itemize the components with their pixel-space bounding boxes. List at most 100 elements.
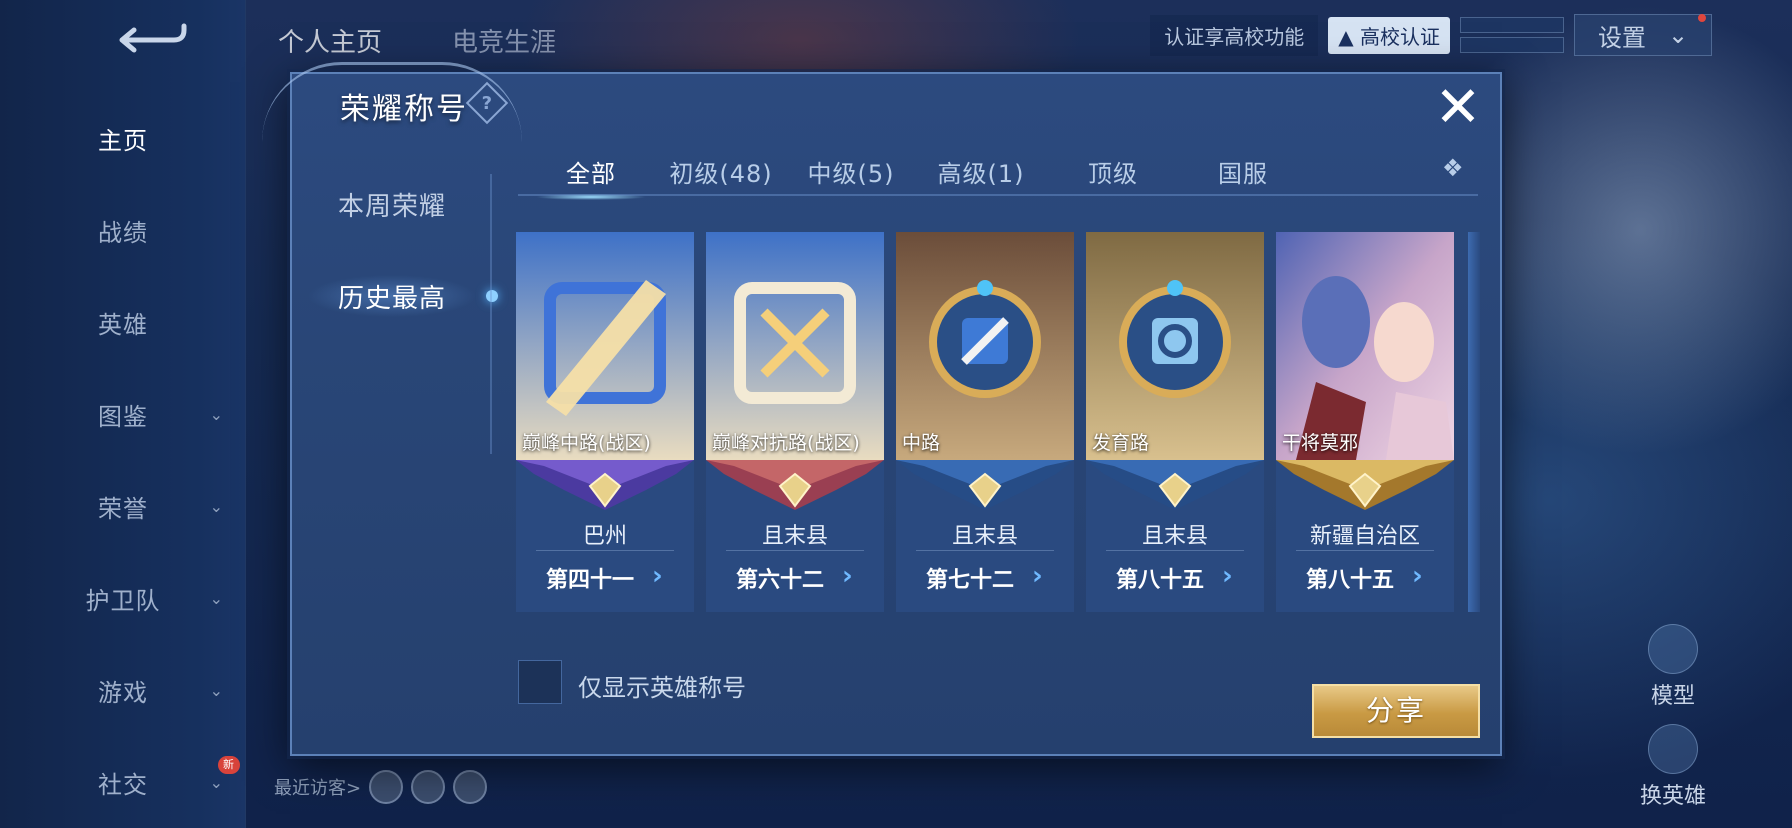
tab-profile[interactable]: 个人主页: [278, 22, 382, 59]
chevron-right-icon[interactable]: ›: [652, 562, 678, 590]
title-card[interactable]: 中路且末县第七十二 ›: [896, 232, 1074, 612]
divider: [1296, 550, 1434, 551]
side-tab-label: 本周荣耀: [337, 191, 446, 222]
title-card-art: [1086, 232, 1264, 460]
next-card-peek[interactable]: [1468, 232, 1480, 612]
campus-cert-button[interactable]: ▲ 高校认证: [1328, 16, 1450, 54]
divider: [916, 550, 1054, 551]
dialog-title: 荣耀称号: [340, 92, 468, 127]
title-cards: 巅峰中路(战区) 巴州 第四十一 › 巅峰对抗路(战区) 且末县 第六十二 › 中路 且末县 第七十…: [516, 232, 1480, 612]
rank-emblem-icon: [706, 460, 884, 516]
back-button[interactable]: [112, 18, 190, 60]
category-tabs: 全部 初级(48) 中级(5) 高级(1) 顶级 国服 ❖: [518, 154, 1478, 200]
cert-icon: ▲: [1338, 24, 1354, 49]
cert-prompt-text: 认证享高校功能: [1150, 14, 1319, 56]
title-card-name: 巅峰对抗路(战区): [712, 432, 860, 454]
tab-intermediate[interactable]: 中级(5): [786, 154, 916, 194]
avatar[interactable]: [453, 770, 488, 804]
sidebar-item-social[interactable]: 社交 ⌄ 新: [0, 752, 246, 812]
change-hero-button[interactable]: 换英雄: [1618, 724, 1728, 810]
tab-national[interactable]: 国服: [1178, 154, 1308, 194]
sidebar-item-honor[interactable]: 荣誉 ⌄: [0, 476, 246, 536]
sidebar-item-games[interactable]: 游戏 ⌄: [0, 660, 246, 720]
chevron-down-icon: ⌄: [209, 588, 224, 608]
title-card[interactable]: 干将莫邪 新疆自治区 第八十五 ›: [1276, 232, 1454, 612]
chevron-down-icon: ⌄: [209, 772, 224, 792]
title-card-rank: 第八十五: [1116, 568, 1205, 593]
avatar[interactable]: [411, 770, 446, 804]
hero-title-only-checkbox[interactable]: [518, 660, 562, 704]
rank-emblem-icon: [896, 460, 1074, 516]
title-card-name: 中路: [902, 432, 941, 454]
more-tabs-icon[interactable]: ❖: [1442, 154, 1478, 194]
title-card[interactable]: 巅峰中路(战区) 巴州 第四十一 ›: [516, 232, 694, 612]
tab-esports-career[interactable]: 电竞生涯: [452, 22, 556, 59]
title-card-name: 发育路: [1092, 432, 1150, 454]
settings-label: 设置: [1597, 23, 1646, 52]
title-card-region: 且末县: [951, 524, 1018, 549]
rank-emblem-icon: [516, 460, 694, 516]
title-card[interactable]: 巅峰对抗路(战区) 且末县 第六十二 ›: [706, 232, 884, 612]
hero-title-only-label: 仅显示英雄称号: [578, 674, 746, 702]
settings-button[interactable]: 设置 ⌄: [1574, 14, 1712, 56]
sidebar-item-label: 游戏: [98, 678, 148, 707]
sidebar-item-stats[interactable]: 战绩: [0, 200, 246, 260]
sidebar-item-label: 社交: [98, 770, 148, 799]
recent-visitors[interactable]: 最近访客>: [274, 770, 488, 804]
title-card-art: [896, 232, 1074, 460]
title-card[interactable]: 发育路 且末县 第八十五 ›: [1086, 232, 1264, 612]
side-divider: [490, 174, 492, 454]
sidebar-item-label: 荣誉: [98, 494, 148, 523]
chevron-right-icon[interactable]: ›: [842, 562, 868, 590]
change-hero-label: 换英雄: [1639, 784, 1706, 809]
sidebar-item-label: 主页: [98, 126, 148, 155]
tab-junior[interactable]: 初级(48): [656, 154, 786, 194]
sidebar-item-guard-team[interactable]: 护卫队 ⌄: [0, 568, 246, 628]
model-button[interactable]: 模型: [1618, 624, 1728, 710]
close-icon: ✕: [1434, 75, 1482, 140]
mini-badge: [1460, 17, 1564, 33]
chevron-right-icon[interactable]: ›: [1222, 562, 1248, 590]
model-icon: [1648, 624, 1698, 674]
side-tab-history-best[interactable]: 历史最高: [292, 266, 498, 326]
title-card-art: [1276, 232, 1454, 460]
side-tab-label: 历史最高: [337, 283, 446, 314]
tab-senior[interactable]: 高级(1): [916, 154, 1046, 194]
top-tabs: 个人主页 电竞生涯: [278, 22, 556, 59]
close-button[interactable]: ✕: [1432, 80, 1484, 136]
tab-all[interactable]: 全部: [526, 154, 656, 200]
tab-top[interactable]: 顶级: [1048, 154, 1178, 194]
new-badge: 新: [218, 756, 240, 774]
sidebar-item-label: 图鉴: [98, 402, 148, 431]
chevron-right-icon[interactable]: ›: [1032, 562, 1058, 590]
divider: [726, 550, 864, 551]
avatar[interactable]: [369, 770, 404, 804]
sidebar-item-label: 英雄: [98, 310, 148, 339]
title-card-rank: 第七十二: [926, 568, 1015, 593]
chevron-down-icon: ⌄: [1667, 21, 1689, 49]
chevron-down-icon: ⌄: [209, 496, 224, 516]
title-card-region: 巴州: [582, 524, 627, 549]
share-button[interactable]: 分享: [1312, 684, 1480, 738]
side-tab-weekly-honor[interactable]: 本周荣耀: [292, 174, 492, 234]
help-glyph: ?: [481, 92, 493, 114]
title-card-name: 干将莫邪: [1282, 432, 1359, 454]
sidebar-item-codex[interactable]: 图鉴 ⌄: [0, 384, 246, 444]
sidebar-item-home[interactable]: 主页: [0, 108, 246, 168]
chevron-down-icon: ⌄: [209, 404, 224, 424]
back-arrow-icon: [119, 23, 187, 53]
top-right-controls: 认证享高校功能 ▲ 高校认证 设置 ⌄: [1150, 14, 1712, 56]
recent-visitors-label: 最近访客>: [274, 778, 362, 799]
model-label: 模型: [1650, 684, 1695, 709]
mini-badge: [1460, 37, 1564, 53]
notification-dot: [1698, 14, 1706, 22]
rank-emblem-icon: [1086, 460, 1264, 516]
chevron-right-icon[interactable]: ›: [1412, 562, 1438, 590]
title-card-art: [706, 232, 884, 460]
title-card-art: [516, 232, 694, 460]
sidebar-item-heroes[interactable]: 英雄: [0, 292, 246, 352]
title-card-rank: 第六十二: [736, 568, 825, 593]
honor-title-dialog: 荣耀称号 ? ✕ 本周荣耀 历史最高 全部 初级(48) 中级(5) 高级(1)…: [262, 62, 1502, 756]
hero-icon: [1648, 724, 1698, 774]
sidebar-item-label: 护卫队: [85, 586, 161, 615]
